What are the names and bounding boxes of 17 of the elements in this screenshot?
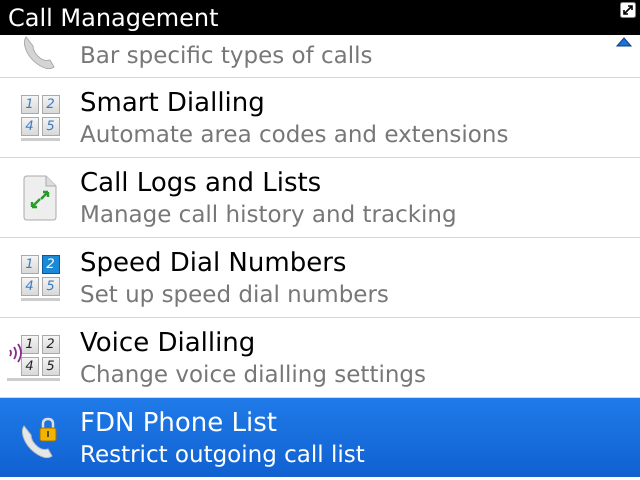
item-title: Smart Dialling xyxy=(80,86,266,120)
list-item[interactable]: Bar specific types of calls xyxy=(0,35,640,78)
item-description: Bar specific types of calls xyxy=(80,42,373,71)
item-description: Set up speed dial numbers xyxy=(80,280,389,310)
item-title: Call Logs and Lists xyxy=(80,166,322,200)
expand-icon[interactable] xyxy=(620,2,636,18)
item-description: Manage call history and tracking xyxy=(80,200,457,230)
item-title: Voice Dialling xyxy=(80,326,256,360)
item-title: Speed Dial Numbers xyxy=(80,246,348,280)
item-title: FDN Phone List xyxy=(80,406,278,440)
item-description: Automate area codes and extensions xyxy=(80,120,508,150)
scroll-up-icon[interactable] xyxy=(616,37,632,47)
document-arrows-icon xyxy=(22,174,58,220)
window-title: Call Management xyxy=(8,4,219,32)
item-description: Restrict outgoing call list xyxy=(80,440,365,470)
item-description: Change voice dialling settings xyxy=(80,360,426,390)
list-item[interactable]: FDN Phone List Restrict outgoing call list xyxy=(0,398,640,477)
